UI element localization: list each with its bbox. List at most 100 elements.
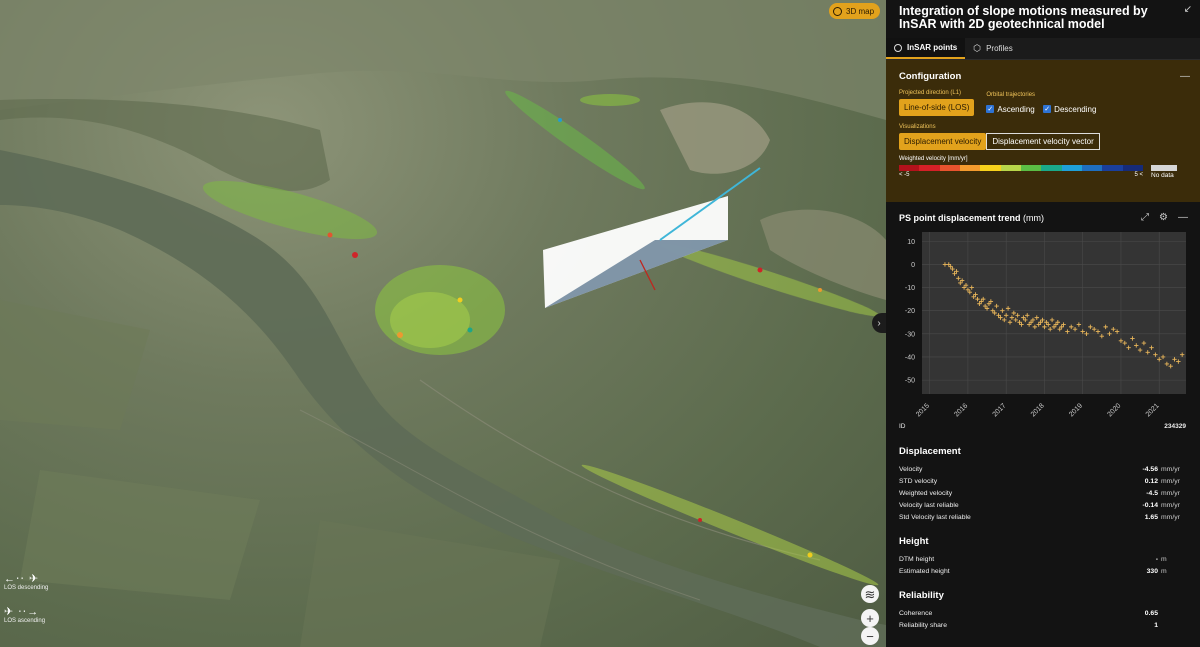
zoom-out-button[interactable]: − <box>861 627 879 645</box>
collapse-section-icon[interactable]: — <box>1178 212 1188 223</box>
kv-value: 0.12 <box>1144 477 1158 485</box>
ascending-checkbox[interactable]: ✓ Ascending <box>986 105 1035 114</box>
expand-icon[interactable]: ⤢ <box>1141 212 1149 223</box>
kv-value-group: 330 m <box>1147 568 1186 575</box>
gear-icon[interactable]: ⚙ <box>1159 212 1168 223</box>
colorbar-min-label: < -5 <box>899 172 910 178</box>
id-value: 234329 <box>1164 423 1186 430</box>
zoom-in-button[interactable]: + <box>861 609 879 627</box>
kv-row: STD velocity 0.12 mm/yr <box>899 475 1186 487</box>
radio-icon <box>894 43 902 52</box>
kv-label: DTM height <box>899 555 935 563</box>
x-tick-label: 2021 <box>1145 402 1161 418</box>
reliability-title: Reliability <box>899 590 944 601</box>
kv-value-group: -4.5 mm/yr <box>1146 490 1186 497</box>
plot-area <box>922 232 1186 394</box>
y-tick-label: -30 <box>905 331 915 338</box>
kv-row: Std Velocity last reliable 1.65 mm/yr <box>899 511 1186 523</box>
kv-row: Reliability share 1 <box>899 619 1186 631</box>
check-icon: ✓ <box>986 105 995 113</box>
tab-insar-points[interactable]: InSAR points <box>886 38 966 59</box>
kv-value-group: 0.12 mm/yr <box>1145 478 1186 485</box>
kv-unit: m <box>1161 555 1167 563</box>
satellite-icon: ←⋅⋅ ✈ <box>4 573 40 585</box>
kv-value: 1.65 <box>1144 513 1158 521</box>
kv-unit: mm/yr <box>1161 501 1180 509</box>
y-tick-label: -40 <box>905 354 915 361</box>
tab-profiles[interactable]: ⬡ Profiles <box>965 38 1021 59</box>
satellite-icon: ✈ ⋅⋅→ <box>4 606 40 618</box>
kv-unit: mm/yr <box>1161 489 1180 497</box>
height-section: Height DTM height - m Estimated height 330… <box>899 536 1186 577</box>
reliability-section: Reliability Coherence 0.65 Reliability sh… <box>899 590 1186 631</box>
velocity-colorbar <box>899 165 1143 171</box>
los-descending-legend: ←⋅⋅ ✈ LOS descending <box>4 573 49 591</box>
kv-label: STD velocity <box>899 477 938 485</box>
kv-label: Estimated height <box>899 567 950 575</box>
kv-value-group: -4.56 mm/yr <box>1143 466 1187 473</box>
map-view[interactable]: 3D map ←⋅⋅ ✈ LOS descending ✈ ⋅⋅→ LOS as… <box>0 0 886 647</box>
id-row: ID 234329 <box>899 423 1186 430</box>
los-ascending-legend: ✈ ⋅⋅→ LOS ascending <box>4 606 46 624</box>
panel-title: Integration of slope motions measured by… <box>899 4 1148 31</box>
colorbar-swatch <box>1041 165 1062 171</box>
projected-direction-label: Projected direction (L1) <box>899 90 962 96</box>
id-label: ID <box>899 423 906 430</box>
configuration-title: Configuration <box>899 71 962 82</box>
descending-checkbox[interactable]: ✓ Descending <box>1043 105 1096 114</box>
colorbar-swatch <box>899 165 920 171</box>
colorbar-max-label: 5 < <box>1134 172 1143 178</box>
panel-header: Integration of slope motions measured by… <box>886 0 1200 38</box>
nodata-swatch <box>1151 165 1177 171</box>
kv-row: Coherence 0.65 <box>899 607 1186 619</box>
trend-section: PS point displacement trend (mm) ⤢ ⚙ — <box>886 202 1200 223</box>
kv-unit: mm/yr <box>1161 465 1180 473</box>
kv-unit: mm/yr <box>1161 477 1180 485</box>
kv-value-group: -0.14 mm/yr <box>1143 502 1187 509</box>
colorbar-swatch <box>1061 165 1082 171</box>
colorbar-swatch <box>1081 165 1103 171</box>
kv-value-group: 1 <box>1154 622 1186 629</box>
kv-row: Velocity -4.56 mm/yr <box>899 463 1186 475</box>
x-tick-label: 2015 <box>915 402 931 418</box>
kv-row: Estimated height 330 m <box>899 565 1186 577</box>
x-tick-label: 2020 <box>1106 402 1122 418</box>
layers-button[interactable]: ≋ <box>861 585 879 603</box>
kv-unit: mm/yr <box>1161 513 1180 521</box>
trend-chart[interactable]: 10 0 -10 -20 -30 -40 -50 2015 2016 2017 2018 2019 20… <box>886 228 1200 443</box>
y-tick-label: 10 <box>907 239 915 246</box>
trend-title: PS point displacement trend (mm) <box>899 212 1045 223</box>
collapse-section-icon[interactable]: — <box>1180 71 1190 82</box>
panel-tabs: InSAR points ⬡ Profiles <box>886 38 1200 60</box>
kv-value: 1 <box>1154 621 1158 629</box>
displacement-velocity-button[interactable]: Displacement velocity <box>899 133 987 150</box>
kv-value: -4.5 <box>1146 489 1158 497</box>
height-title: Height <box>899 536 929 547</box>
kv-label: Weighted velocity <box>899 489 953 497</box>
displacement-section: Displacement Velocity -4.56 mm/yr STD velo… <box>899 446 1186 523</box>
nodata-label: No data <box>1151 172 1174 179</box>
kv-value-group: -m <box>1156 556 1186 563</box>
kv-value: -0.14 <box>1142 501 1159 509</box>
colorbar-swatch <box>959 165 981 171</box>
kv-value-group: 0.65 <box>1145 610 1186 617</box>
colorbar-swatch <box>1000 165 1021 171</box>
kv-value: -4.56 <box>1142 465 1159 473</box>
projected-direction-button[interactable]: Line-of-side (LOS) <box>899 99 975 116</box>
kv-value-group: 1.65 mm/yr <box>1145 514 1186 521</box>
kv-row: DTM height -m <box>899 553 1186 565</box>
kv-row: Velocity last reliable -0.14 mm/yr <box>899 499 1186 511</box>
colorbar-swatch <box>919 165 940 171</box>
collapse-panel-button[interactable]: › <box>872 313 886 333</box>
map-mode-badge[interactable]: 3D map <box>829 3 881 19</box>
kv-label: Velocity <box>899 465 923 473</box>
displacement-title: Displacement <box>899 446 961 457</box>
kv-label: Reliability share <box>899 621 947 629</box>
minimize-icon[interactable]: ↙ <box>1184 4 1192 15</box>
kv-label: Std Velocity last reliable <box>899 513 971 521</box>
x-tick-label: 2019 <box>1068 402 1084 418</box>
displacement-velocity-vector-button[interactable]: Displacement velocity vector <box>986 133 1100 150</box>
colorbar-swatch <box>1020 165 1042 171</box>
configuration-section: Configuration — Projected direction (L1)… <box>886 60 1200 202</box>
colorbar-swatch <box>939 165 960 171</box>
